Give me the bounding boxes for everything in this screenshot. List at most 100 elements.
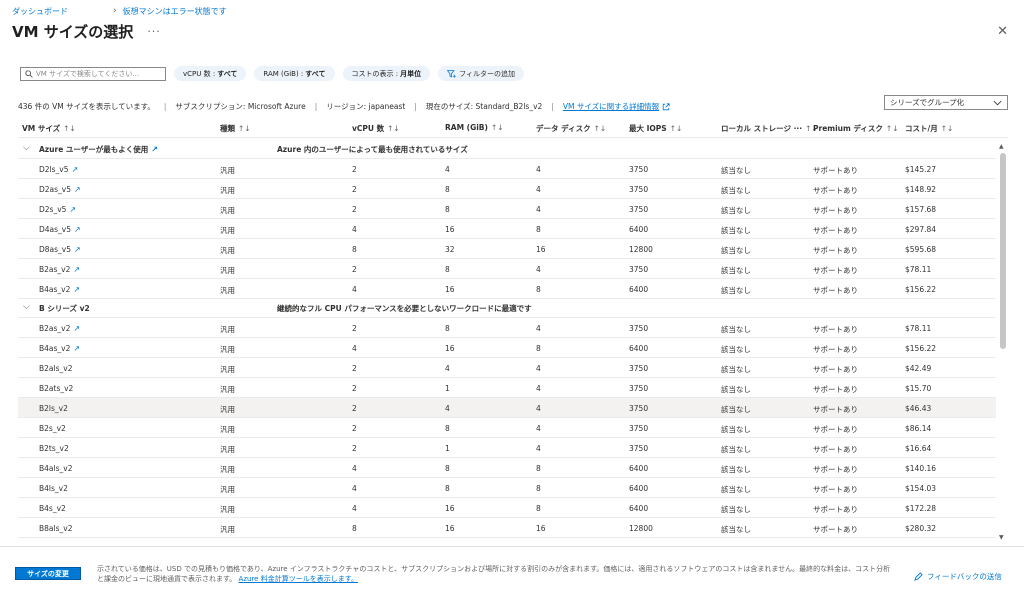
close-icon[interactable]: ✕ [997, 24, 1008, 39]
table-row[interactable]: B2ls_v2 汎用 2 4 4 3750 該当なし サポートあり $46.43 [18, 398, 996, 418]
ram-cell-text: 16 [445, 285, 455, 294]
group-header-row[interactable]: ⌵ B シリーズ v2 継続的なフル CPU パフォーマンスを必要としないワークロー… [18, 299, 996, 318]
table-row[interactable]: B2ats_v2 汎用 2 1 4 3750 該当なし サポートあり $15.70 [18, 378, 996, 398]
table-row[interactable]: B4s_v2 汎用 4 16 8 6400 該当なし サポートあり $172.28 [18, 498, 996, 518]
max-iops-cell-text: 3750 [629, 384, 649, 393]
vcpu-cell: 4 [352, 344, 357, 353]
breadcrumb-dashboard[interactable]: ダッシュボード [12, 6, 68, 17]
add-filter-label: フィルターの追加 [459, 69, 515, 78]
ram-cell: 16 [445, 285, 455, 294]
search-input[interactable] [36, 69, 156, 78]
vm-size-docs-link[interactable]: VM サイズに関する詳細情報 [563, 101, 659, 112]
trending-up-icon: ↗ [73, 265, 81, 274]
local-storage-cell: 該当なし [721, 245, 751, 256]
column-header-local-storage[interactable]: ローカル ストレージ ··· ↑↓ [721, 123, 818, 134]
cost-display-pill[interactable]: コストの表示 : 月単位 [342, 66, 431, 81]
column-header-premium-disk[interactable]: Premium ディスク ↑↓ [813, 123, 899, 134]
cost-cell-text: $157.68 [905, 205, 937, 214]
table-row[interactable]: D2s_v5 ↗ 汎用 2 8 4 3750 該当なし サポートあり $157.68 [18, 199, 996, 219]
type-cell: 汎用 [220, 524, 235, 535]
separator: | [314, 102, 318, 111]
more-options-icon[interactable]: ··· [147, 25, 161, 38]
group-description: 継続的なフル CPU パフォーマンスを必要としないワークロードに最適です [277, 304, 532, 313]
type-cell: 汎用 [220, 444, 235, 455]
type-cell: 汎用 [220, 484, 235, 495]
table-row[interactable]: B2als_v2 汎用 2 4 4 3750 該当なし サポートあり $42.49 [18, 358, 996, 378]
table-row[interactable]: B8als_v2 汎用 8 16 16 12800 該当なし サポートあり $280.32 [18, 518, 996, 538]
data-disks-cell: 8 [536, 344, 541, 353]
max-iops-cell: 6400 [629, 484, 648, 493]
ram-cell-text: 8 [445, 424, 450, 433]
group-header-row[interactable]: ⌵ Azure ユーザーが最もよく使用 ↗ Azure 内のユーザーによって最も使用さ… [18, 140, 996, 159]
cost-cell-text: $140.16 [905, 464, 937, 473]
ram-filter-value: すべて [305, 69, 326, 78]
table-row[interactable]: D4as_v5 ↗ 汎用 4 16 8 6400 該当なし サポートあり $297.84 [18, 219, 996, 239]
cost-cell-text: $595.68 [905, 245, 937, 254]
resize-button[interactable]: サイズの変更 [15, 567, 81, 580]
table-row[interactable]: B4as_v2 ↗ 汎用 4 16 8 6400 該当なし サポートあり $156.22 [18, 338, 996, 358]
max-iops-cell-text: 3750 [629, 424, 649, 433]
ram-filter-pill[interactable]: RAM (GiB) : すべて [254, 66, 335, 81]
table-row[interactable]: D8as_v5 ↗ 汎用 8 32 16 12800 該当なし サポートあり $595.68 [18, 239, 996, 259]
table-row[interactable]: D2ls_v5 ↗ 汎用 2 4 4 3750 該当なし サポートあり $145.27 [18, 159, 996, 179]
sort-icon: ↑↓ [490, 123, 504, 132]
table-row[interactable]: B2as_v2 ↗ 汎用 2 8 4 3750 該当なし サポートあり $78.11 [18, 318, 996, 338]
column-header-type[interactable]: 種類 ↑↓ [220, 123, 251, 134]
cost-cell-text: $78.11 [905, 324, 932, 333]
pricing-calculator-link[interactable]: Azure 料金計算ツールを表示します。 [239, 575, 358, 583]
data-disks-cell: 4 [536, 185, 541, 194]
premium-disk-cell-text: サポートあり [813, 186, 858, 195]
table-row[interactable]: B4as_v2 ↗ 汎用 4 16 8 6400 該当なし サポートあり $156.22 [18, 279, 996, 299]
column-header-ram[interactable]: RAM (GiB) ↑↓ [445, 123, 504, 132]
table-row[interactable]: D2as_v5 ↗ 汎用 2 8 4 3750 該当なし サポートあり $148.92 [18, 179, 996, 199]
table-row[interactable]: B4ls_v2 汎用 4 8 8 6400 該当なし サポートあり $154.03 [18, 478, 996, 498]
vcpu-filter-pill[interactable]: vCPU 数 : すべて [174, 66, 247, 81]
local-storage-cell-text: 該当なし [721, 505, 751, 514]
table-row[interactable]: B2s_v2 汎用 2 8 4 3750 該当なし サポートあり $86.14 [18, 418, 996, 438]
vm-size-name: B4as_v2 ↗ [39, 344, 80, 353]
group-by-value: シリーズでグループ化 [890, 98, 965, 107]
column-header-max-iops[interactable]: 最大 IOPS ↑↓ [629, 123, 682, 134]
scroll-thumb[interactable] [1000, 153, 1006, 349]
scroll-up-icon[interactable]: ▲ [999, 143, 1004, 150]
local-storage-cell-text: 該当なし [721, 266, 751, 275]
feedback-button[interactable]: フィードバックの送信 [914, 571, 1002, 582]
scrollbar[interactable]: ▲ ▼ [998, 140, 1008, 543]
type-cell: 汎用 [220, 504, 235, 515]
data-disks-cell: 4 [536, 444, 541, 453]
group-name: Azure ユーザーが最もよく使用 ↗ [39, 144, 158, 155]
type-cell-text: 汎用 [220, 405, 235, 414]
vm-size-name-text: B4als_v2 [39, 464, 73, 473]
local-storage-cell-text: 該当なし [721, 365, 751, 374]
scroll-down-icon[interactable]: ▼ [999, 534, 1004, 541]
local-storage-cell-text: 該当なし [721, 385, 751, 394]
column-title: ローカル ストレージ ··· [721, 124, 803, 133]
chevron-down-icon[interactable]: ⌵ [23, 302, 30, 312]
column-header-vm-size[interactable]: VM サイズ ↑↓ [22, 123, 76, 134]
premium-disk-cell-text: サポートあり [813, 405, 858, 414]
chevron-down-icon[interactable]: ⌵ [23, 143, 30, 153]
cost-cell: $156.22 [905, 285, 936, 294]
data-disks-cell-text: 8 [536, 484, 541, 493]
vm-size-name-text: B2als_v2 [39, 364, 73, 373]
column-header-vcpu[interactable]: vCPU 数 ↑↓ [352, 123, 400, 134]
table-row[interactable]: B4als_v2 汎用 4 8 8 6400 該当なし サポートあり $140.16 [18, 458, 996, 478]
data-disks-cell-text: 4 [536, 364, 541, 373]
add-filter-button[interactable]: フィルターの追加 [438, 66, 524, 81]
data-disks-cell: 4 [536, 205, 541, 214]
cost-cell-text: $156.22 [905, 344, 937, 353]
search-box[interactable] [20, 66, 166, 81]
data-disks-cell-text: 4 [536, 384, 541, 393]
premium-disk-cell: サポートあり [813, 524, 858, 535]
column-header-data-disks[interactable]: データ ディスク ↑↓ [536, 123, 606, 134]
table-row[interactable]: B2ts_v2 汎用 2 1 4 3750 該当なし サポートあり $16.64 [18, 438, 996, 458]
sort-icon: ↑↓ [885, 124, 899, 133]
vcpu-cell-text: 4 [352, 464, 357, 473]
group-description: Azure 内のユーザーによって最も使用されているサイズ [277, 145, 468, 154]
breadcrumb-vm-error[interactable]: 仮想マシンはエラー状態です [123, 6, 227, 17]
column-header-cost[interactable]: コスト/月 ↑↓ [905, 123, 953, 134]
table-row[interactable]: B2as_v2 ↗ 汎用 2 8 4 3750 該当なし サポートあり $78.11 [18, 259, 996, 279]
group-by-dropdown[interactable]: シリーズでグループ化 [884, 95, 1008, 110]
premium-disk-cell: サポートあり [813, 504, 858, 515]
premium-disk-cell-text: サポートあり [813, 266, 858, 275]
